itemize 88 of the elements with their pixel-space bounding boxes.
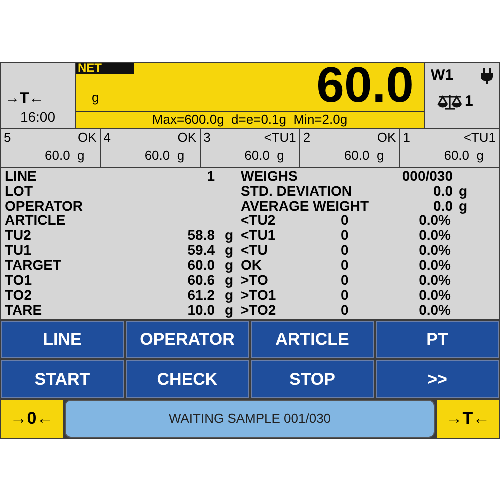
slot-number: 1 bbox=[403, 129, 410, 146]
count-label: <TU2 bbox=[241, 213, 277, 228]
info-label: TO2 bbox=[5, 288, 33, 303]
info-label: TU2 bbox=[5, 228, 32, 244]
slot-weight: 60.0 g bbox=[344, 147, 384, 165]
scale-specs: Max=600.0g d=e=0.1g Min=2.0g bbox=[152, 112, 348, 128]
slot-status: OK bbox=[178, 129, 197, 146]
info-unit: g bbox=[225, 302, 234, 318]
stat-value: 000/030 bbox=[401, 168, 453, 184]
scale-number: 1 bbox=[465, 93, 474, 111]
slot-number: 4 bbox=[104, 129, 112, 146]
info-label: ARTICLE bbox=[5, 213, 67, 228]
slot-weight: 60.0 g bbox=[244, 147, 284, 165]
count-percent: 0.0% bbox=[418, 302, 451, 318]
info-label: TO1 bbox=[5, 273, 33, 288]
function-button[interactable]: LINE bbox=[1, 320, 124, 358]
slot-weight: 60.0 g bbox=[444, 147, 484, 165]
info-value: 58.8 bbox=[186, 228, 215, 244]
function-button[interactable]: OPERATOR bbox=[126, 320, 249, 358]
plug-icon bbox=[481, 68, 493, 84]
info-label: LOT bbox=[5, 184, 34, 199]
info-label: TU1 bbox=[5, 243, 32, 258]
tare-button[interactable]: →T← bbox=[437, 400, 499, 438]
unit-label: g bbox=[92, 91, 100, 105]
slot-weight: 60.0 g bbox=[144, 147, 185, 165]
count-label: >TO1 bbox=[241, 288, 278, 303]
zero-button[interactable]: →0← bbox=[1, 400, 63, 438]
count-label: >TO bbox=[241, 273, 270, 288]
clock-time: 16:00 bbox=[20, 108, 56, 126]
info-label: OPERATOR bbox=[5, 198, 84, 214]
count-percent: 0.0% bbox=[418, 228, 451, 244]
stat-unit: g bbox=[459, 184, 468, 199]
balance-scale-icon bbox=[437, 94, 463, 110]
info-unit: g bbox=[225, 273, 234, 288]
count-value: 0 bbox=[341, 258, 350, 273]
info-value: 60.6 bbox=[186, 273, 215, 288]
slot-status: OK bbox=[377, 129, 396, 146]
count-value: 0 bbox=[341, 243, 350, 258]
info-unit: g bbox=[225, 288, 234, 303]
slot-weight: 60.0 g bbox=[45, 147, 85, 165]
function-button[interactable]: CHECK bbox=[126, 360, 249, 398]
stat-label: WEIGHS bbox=[241, 168, 299, 184]
count-value: 0 bbox=[341, 273, 350, 288]
scale-name: W1 bbox=[431, 67, 454, 85]
info-value: 1 bbox=[206, 168, 215, 184]
count-value: 0 bbox=[341, 288, 350, 303]
info-value: 61.2 bbox=[186, 288, 215, 303]
slot-status: <TU1 bbox=[464, 129, 496, 146]
tare-indicator: →T← bbox=[4, 90, 44, 108]
stat-unit: g bbox=[459, 198, 468, 214]
slot-number: 2 bbox=[303, 129, 311, 146]
count-value: 0 bbox=[341, 213, 350, 228]
count-label: OK bbox=[241, 258, 263, 273]
info-unit: g bbox=[225, 243, 234, 258]
weight-value: 60.0 bbox=[316, 59, 414, 111]
info-value: 59.4 bbox=[186, 243, 215, 258]
count-label: <TU bbox=[241, 243, 269, 258]
slot-number: 3 bbox=[204, 129, 211, 146]
net-mode-label: NET bbox=[76, 63, 134, 74]
count-percent: 0.0% bbox=[418, 288, 451, 303]
info-unit: g bbox=[225, 228, 234, 244]
info-label: TARGET bbox=[5, 258, 63, 273]
slot-status: OK bbox=[78, 129, 97, 146]
slot-number: 5 bbox=[4, 129, 12, 146]
function-button[interactable]: PT bbox=[376, 320, 499, 358]
count-label: <TU1 bbox=[241, 228, 277, 244]
count-value: 0 bbox=[341, 302, 350, 318]
info-value: 10.0 bbox=[186, 302, 215, 318]
stat-value: 0.0 bbox=[432, 184, 453, 199]
stat-label: STD. DEVIATION bbox=[241, 184, 353, 199]
count-percent: 0.0% bbox=[418, 258, 451, 273]
count-value: 0 bbox=[341, 228, 350, 244]
function-button[interactable]: STOP bbox=[251, 360, 374, 398]
count-percent: 0.0% bbox=[418, 213, 451, 228]
function-button[interactable]: START bbox=[1, 360, 124, 398]
function-button[interactable]: ARTICLE bbox=[251, 320, 374, 358]
stat-label: AVERAGE WEIGHT bbox=[241, 198, 370, 214]
info-label: LINE bbox=[5, 168, 38, 184]
info-label: TARE bbox=[5, 302, 44, 318]
slot-status: <TU1 bbox=[264, 129, 296, 146]
count-label: >TO2 bbox=[241, 302, 278, 318]
info-unit: g bbox=[225, 258, 234, 273]
count-percent: 0.0% bbox=[418, 243, 451, 258]
info-value: 60.0 bbox=[186, 258, 215, 273]
status-message: WAITING SAMPLE 001/030 bbox=[168, 410, 332, 428]
count-percent: 0.0% bbox=[418, 273, 451, 288]
function-button[interactable]: >> bbox=[376, 360, 499, 398]
stat-value: 0.0 bbox=[432, 198, 453, 214]
